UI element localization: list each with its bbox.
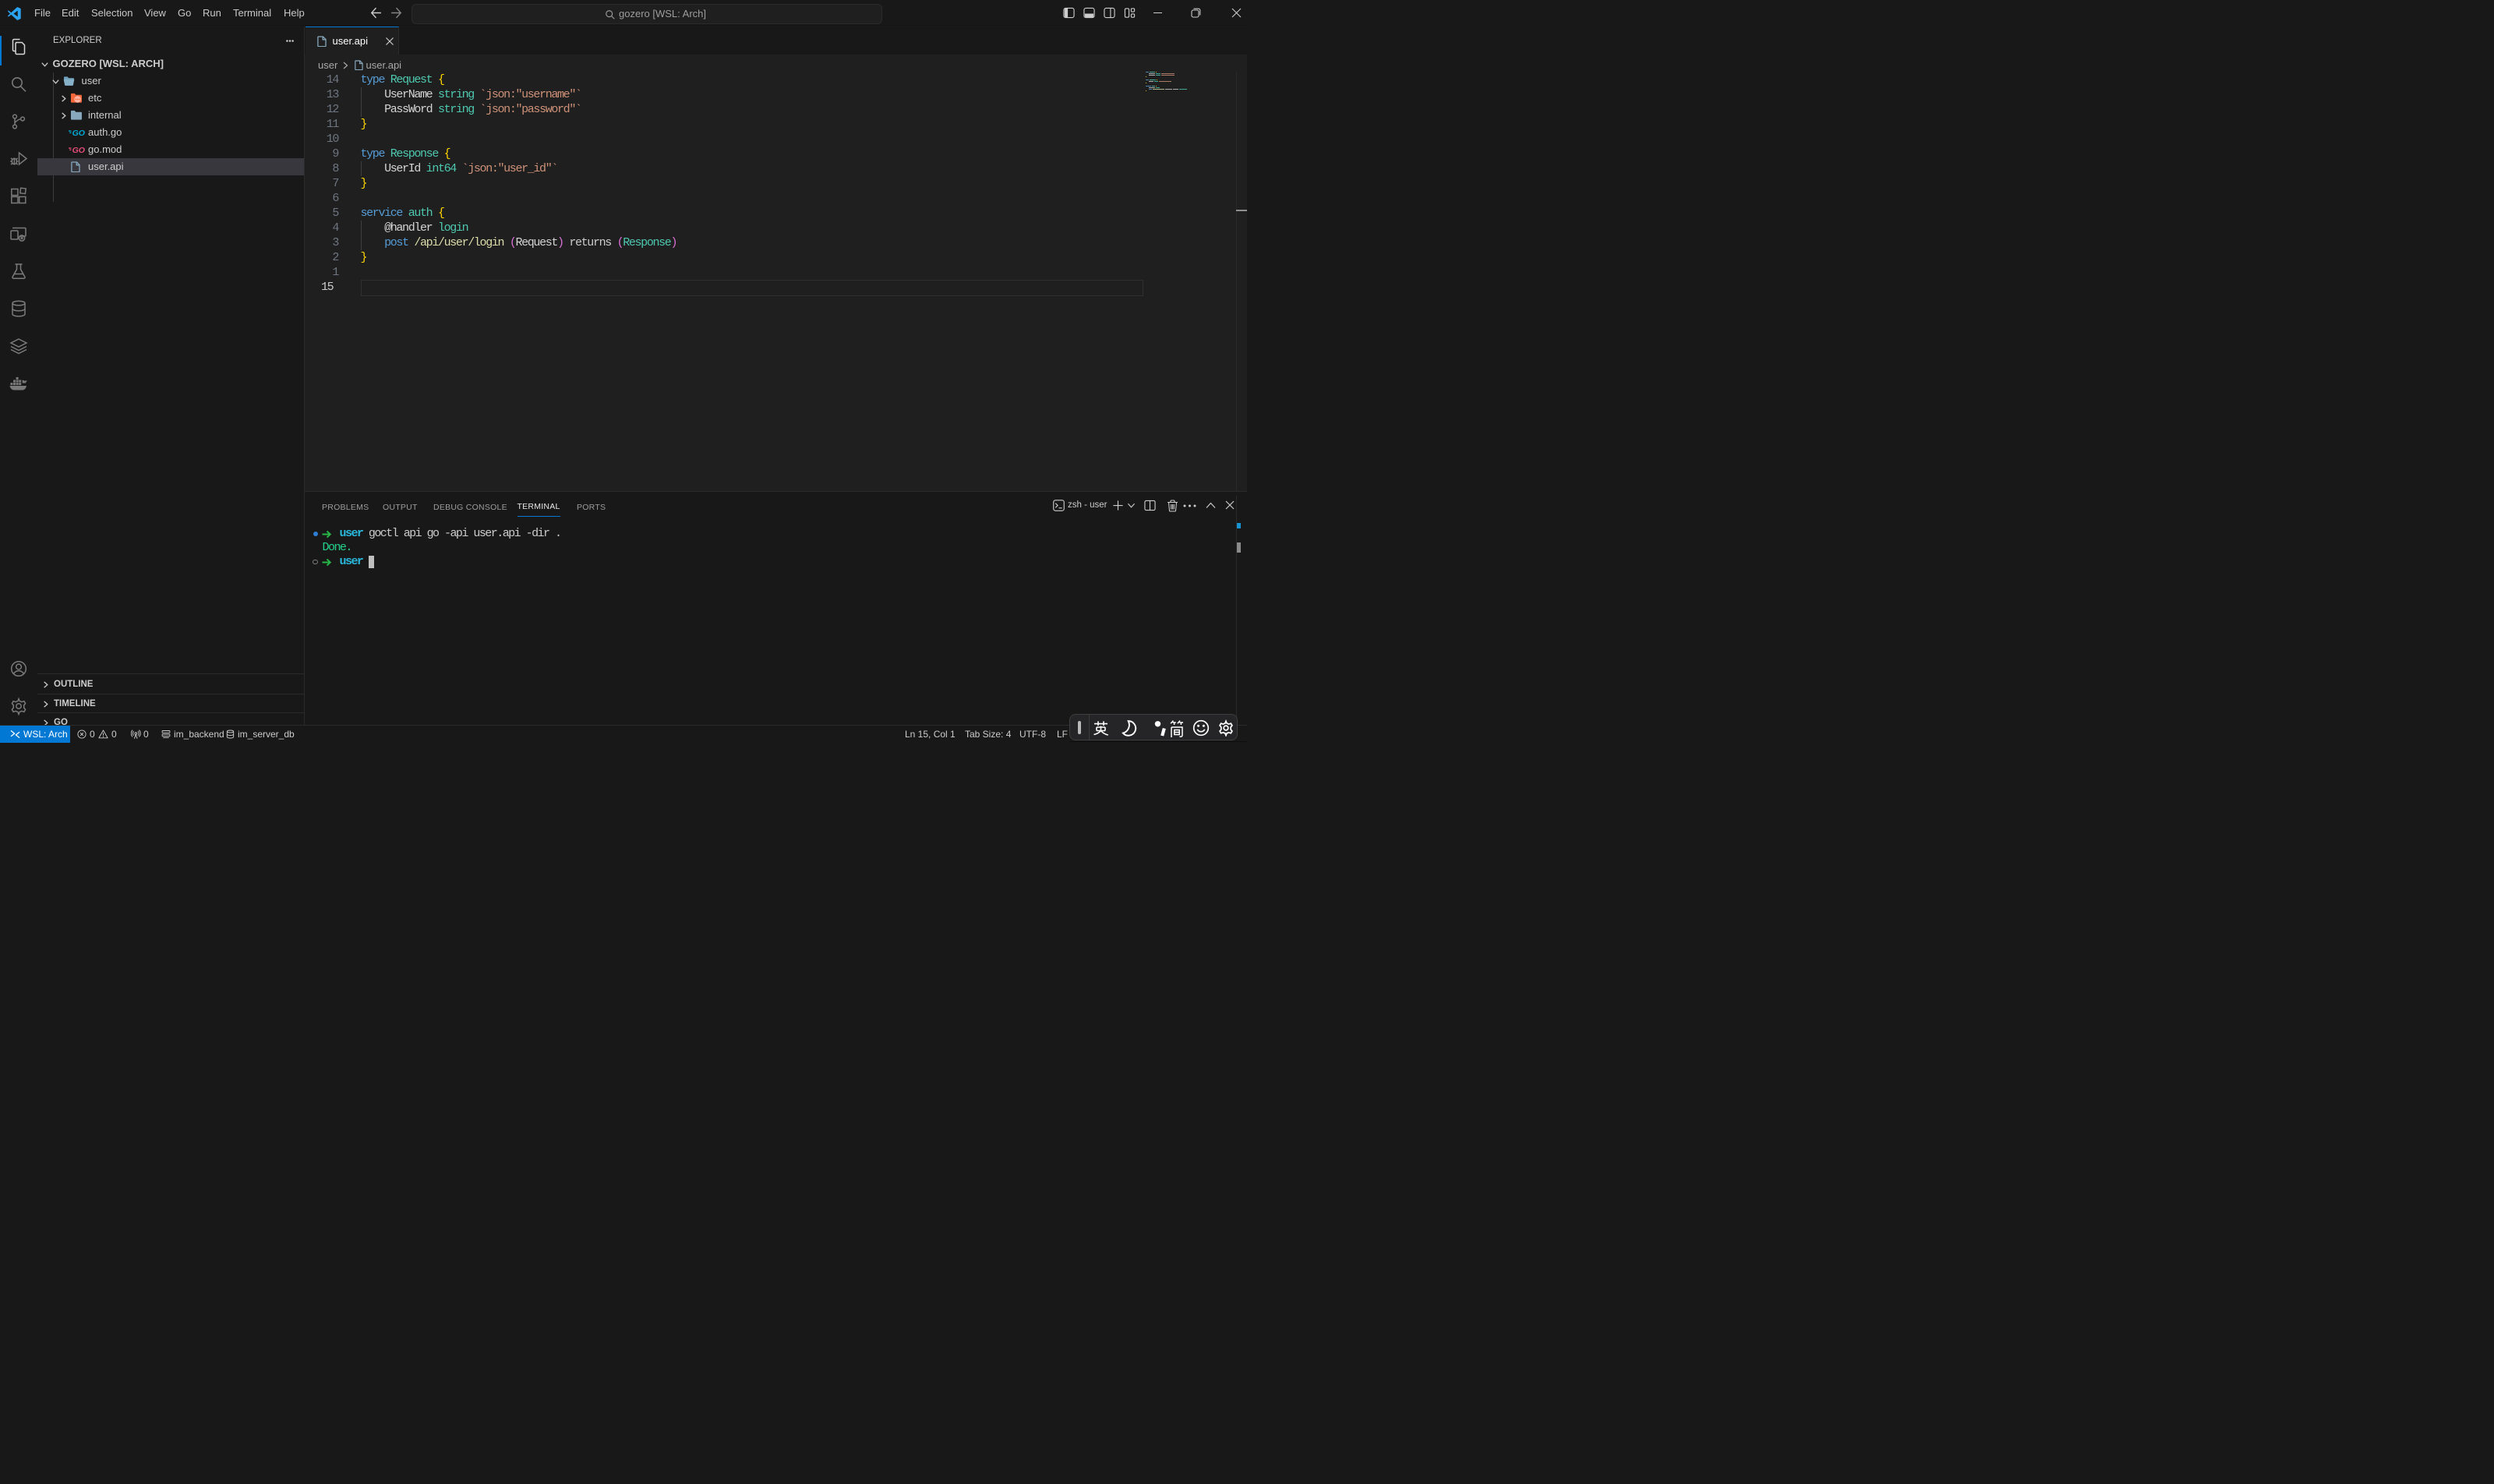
svg-text:GO: GO <box>72 146 85 154</box>
svg-text:GO: GO <box>72 129 85 137</box>
